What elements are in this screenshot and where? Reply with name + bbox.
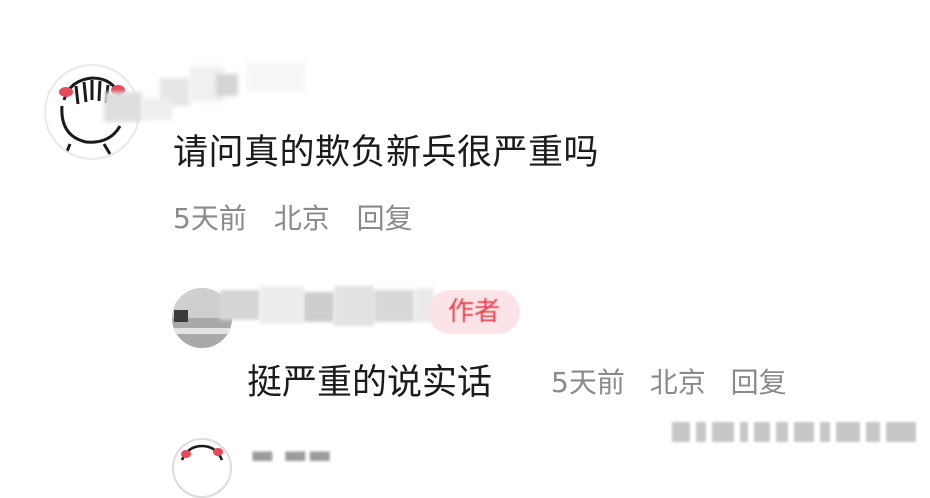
comment-time: 5天前 bbox=[173, 202, 247, 235]
commenter-name-blurred[interactable] bbox=[96, 58, 316, 126]
reply-reply-button[interactable]: 回复 bbox=[731, 366, 787, 399]
cartoon-face-icon bbox=[180, 444, 224, 461]
comment-text: 请问真的欺负新兵很严重吗 bbox=[173, 133, 600, 173]
reply-location: 北京 bbox=[649, 366, 706, 399]
reply-time: 5天前 bbox=[551, 366, 625, 399]
replier-name-blurred[interactable] bbox=[210, 284, 440, 334]
reply-text: 挺严重的说实话 bbox=[247, 363, 493, 403]
comment-location: 北京 bbox=[273, 202, 330, 235]
reply-meta: 5天前 北京 回复 bbox=[551, 362, 803, 404]
author-badge: 作者 bbox=[428, 290, 520, 334]
reply-button[interactable]: 回复 bbox=[357, 202, 413, 235]
comment-meta: 5天前 北京 回复 bbox=[173, 198, 431, 240]
next-commenter-avatar[interactable] bbox=[172, 438, 232, 498]
next-commenter-name-blurred[interactable]: ▬ ▬▬ bbox=[250, 440, 332, 470]
watermark bbox=[672, 420, 922, 444]
